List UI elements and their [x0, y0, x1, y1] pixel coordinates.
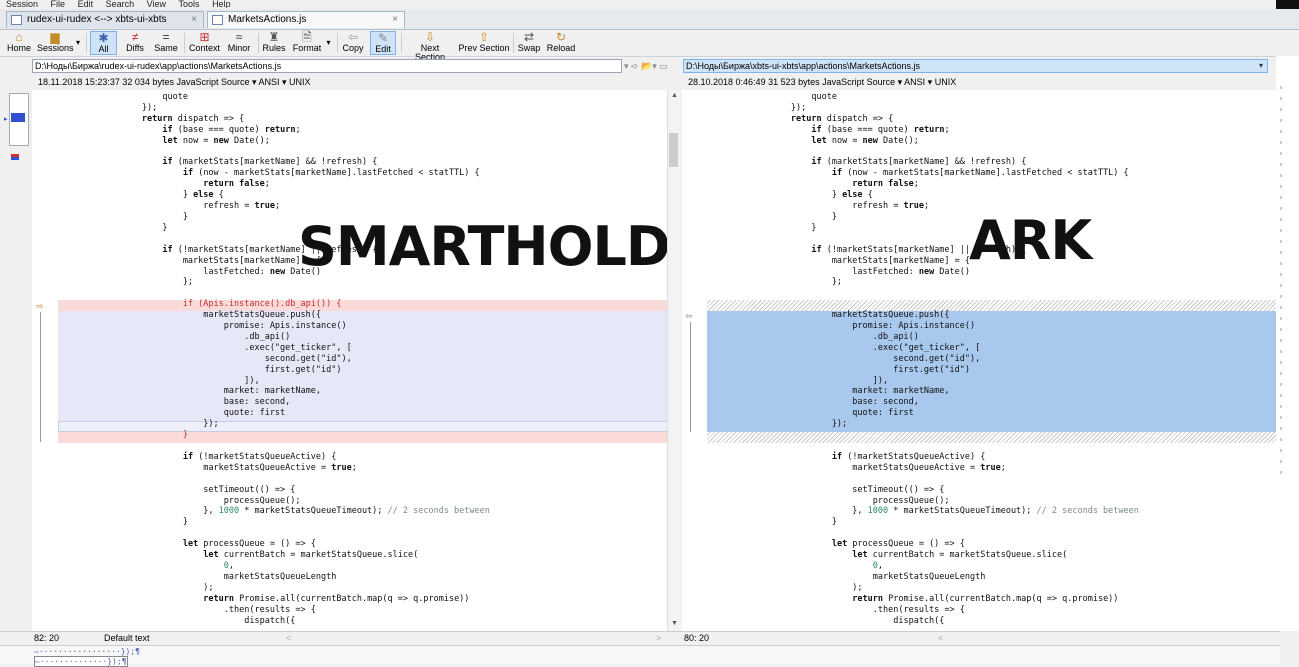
left-path-controls[interactable]: ▾ ➪ 📂▾ ▭ [624, 59, 674, 73]
overview-line-markers [1280, 86, 1282, 476]
right-code: quote }); return dispatch => { if (base … [790, 92, 1139, 626]
menu-view[interactable]: View [147, 0, 166, 8]
menu-tools[interactable]: Tools [179, 0, 200, 8]
copy-label: Copy [342, 43, 364, 53]
right-diff-bracket [690, 322, 691, 432]
all-button[interactable]: ✱ All [90, 31, 117, 55]
tab-session[interactable]: rudex-ui-rudex <--> xbts-ui-xbts × [6, 11, 204, 28]
prev-section-button[interactable]: ⇧ Prev Section [458, 31, 510, 55]
home-label: Home [6, 43, 31, 53]
diff-overview[interactable]: ▸ [0, 88, 30, 663]
watermark-right: ARK [969, 209, 1092, 272]
left-text-format: Default text [104, 633, 150, 643]
close-icon[interactable]: × [191, 12, 197, 28]
left-editor[interactable]: ⇨ quote }); return dispatch => { if (bas… [32, 90, 667, 631]
diffs-button[interactable]: ≠ Diffs [121, 31, 149, 55]
toolbar-separator [513, 33, 514, 53]
left-gutter [32, 90, 56, 631]
minor-button[interactable]: ≈ Minor [224, 31, 254, 55]
watermark-left: SMARTHOLDEM [298, 215, 667, 278]
context-button[interactable]: ⊞ Context [188, 31, 221, 55]
sessions-button[interactable]: ▆ Sessions [37, 31, 74, 55]
tab-label: MarketsActions.js [228, 14, 307, 25]
line-diff-right: ⇦··············});¶ [34, 656, 128, 667]
menu-edit[interactable]: Edit [78, 0, 94, 8]
all-label: All [98, 44, 109, 54]
scroll-right-icon[interactable]: > [656, 632, 661, 645]
next-section-button[interactable]: ⇩ Next Section [405, 31, 455, 62]
left-scroll-thumb[interactable] [669, 133, 678, 167]
overview-arrow-icon: ▸ [4, 116, 8, 123]
toolbar-separator [337, 33, 338, 53]
scroll-down-icon[interactable]: ▼ [671, 620, 678, 627]
right-path-dropdown[interactable]: ▾ [1259, 60, 1268, 72]
left-vertical-scrollbar[interactable]: ▲ ▼ [667, 90, 681, 631]
copy-button[interactable]: ⇦ Copy [340, 31, 366, 55]
format-label: Format [292, 43, 322, 53]
edit-label: Edit [375, 44, 391, 54]
close-icon[interactable]: × [392, 12, 398, 28]
home-button[interactable]: ⌂ Home [4, 31, 34, 55]
folder-compare-icon [11, 15, 22, 25]
menu-search[interactable]: Search [106, 0, 135, 8]
right-overview-strip [1276, 56, 1299, 631]
format-dropdown[interactable]: ▾ [324, 31, 333, 55]
menu-session[interactable]: Session [6, 0, 38, 8]
right-editor[interactable]: ⇦ quote }); return dispatch => { if (bas… [682, 90, 1276, 631]
same-button[interactable]: = Same [152, 31, 180, 55]
left-diff-bracket [40, 312, 41, 442]
same-label: Same [154, 43, 178, 53]
tab-bar: rudex-ui-rudex <--> xbts-ui-xbts × Marke… [0, 9, 1299, 30]
left-file-info: 18.11.2018 15:23:37 32 034 bytes JavaScr… [38, 77, 311, 87]
rules-button[interactable]: ♜ Rules [262, 31, 286, 55]
line-diff-preview: ⇨·················});¶ ⇦··············})… [0, 645, 1280, 667]
context-label: Context [188, 43, 221, 53]
reload-button[interactable]: ↻ Reload [545, 31, 577, 55]
scroll-left-icon[interactable]: < [286, 632, 291, 645]
overview-change-marker [11, 113, 25, 122]
menu-bar: Session File Edit Search View Tools Help [0, 0, 1270, 8]
copy-left-arrow-icon[interactable]: ⇦ [685, 311, 693, 322]
menu-help[interactable]: Help [212, 0, 231, 8]
minor-label: Minor [227, 43, 251, 53]
toolbar-separator [184, 33, 185, 53]
current-diff-arrow-icon: ⇨ [36, 301, 44, 311]
sessions-label: Sessions [37, 43, 74, 53]
toolbar-separator [401, 33, 402, 53]
tab-label: rudex-ui-rudex <--> xbts-ui-xbts [27, 14, 167, 25]
right-cursor-position: 80: 20 [684, 633, 710, 643]
rules-label: Rules [262, 43, 286, 53]
toolbar-separator [258, 33, 259, 53]
file-compare-icon [212, 15, 223, 25]
left-code: quote }); return dispatch => { if (base … [141, 92, 490, 626]
left-path-input[interactable]: D:\Ноды\Биржа\rudex-ui-rudex\app\actions… [32, 59, 622, 73]
right-file-info: 28.10.2018 0:46:49 31 523 bytes JavaScri… [688, 77, 957, 87]
diffs-label: Diffs [126, 43, 144, 53]
scroll-left-icon[interactable]: < [938, 632, 943, 645]
left-cursor-position: 82: 20 [34, 633, 60, 643]
edit-button[interactable]: ✎ Edit [370, 31, 396, 55]
reload-label: Reload [546, 43, 576, 53]
right-path-input[interactable]: D:\Ноды\Биржа\xbts-ui-xbts\app\actions\M… [683, 59, 1268, 73]
overview-changed-marker [11, 157, 19, 160]
scroll-up-icon[interactable]: ▲ [671, 92, 678, 99]
format-button[interactable]: 🗎 Format [290, 31, 324, 55]
menu-file[interactable]: File [51, 0, 66, 8]
status-bar: 82: 20 Default text < > 80: 20 < [0, 631, 1280, 646]
toolbar-separator [86, 33, 87, 53]
sessions-dropdown[interactable]: ▾ [73, 31, 83, 55]
swap-label: Swap [517, 43, 541, 53]
swap-button[interactable]: ⇄ Swap [517, 31, 541, 55]
tab-file[interactable]: MarketsActions.js × [207, 11, 405, 28]
toolbar: ⌂ Home ▆ Sessions ▾ ✱ All ≠ Diffs = Same… [0, 30, 1280, 62]
line-diff-left: ⇨·················});¶ [34, 647, 140, 656]
prev-section-label: Prev Section [458, 43, 510, 53]
